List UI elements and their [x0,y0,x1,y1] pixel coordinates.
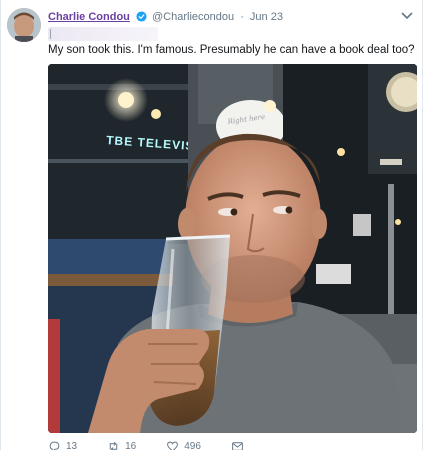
retweet-icon [109,441,118,450]
direct-message-button[interactable] [231,440,249,450]
separator-dot: · [240,11,244,23]
tweet-date[interactable]: Jun 23 [250,11,283,23]
reply-button[interactable]: 13 [48,440,77,450]
avatar[interactable] [7,8,41,42]
display-name[interactable]: Charlie Condou [48,11,130,23]
like-button[interactable]: 496 [166,440,201,450]
redacted-region [48,27,158,41]
verified-badge-icon [136,11,147,22]
heart-icon [167,441,179,450]
reply-icon [49,441,60,450]
like-count: 496 [184,440,201,450]
tweet-text: My son took this. I'm famous. Presumably… [48,44,415,56]
text-cursor [50,29,51,39]
retweet-button[interactable]: 16 [107,440,136,450]
tweet-photo[interactable]: TBE TELEVISO Right here [48,64,417,433]
reply-count: 13 [66,440,78,450]
tweet-card[interactable]: Charlie Condou @Charliecondou · Jun 23 M… [0,0,423,450]
tweet-actions: 13 16 496 [48,439,412,450]
chevron-down-icon[interactable] [401,12,413,20]
tweet-header: Charlie Condou @Charliecondou · Jun 23 [48,9,398,25]
user-handle[interactable]: @Charliecondou [152,11,234,23]
retweet-count: 16 [125,440,137,450]
envelope-icon [232,441,243,450]
